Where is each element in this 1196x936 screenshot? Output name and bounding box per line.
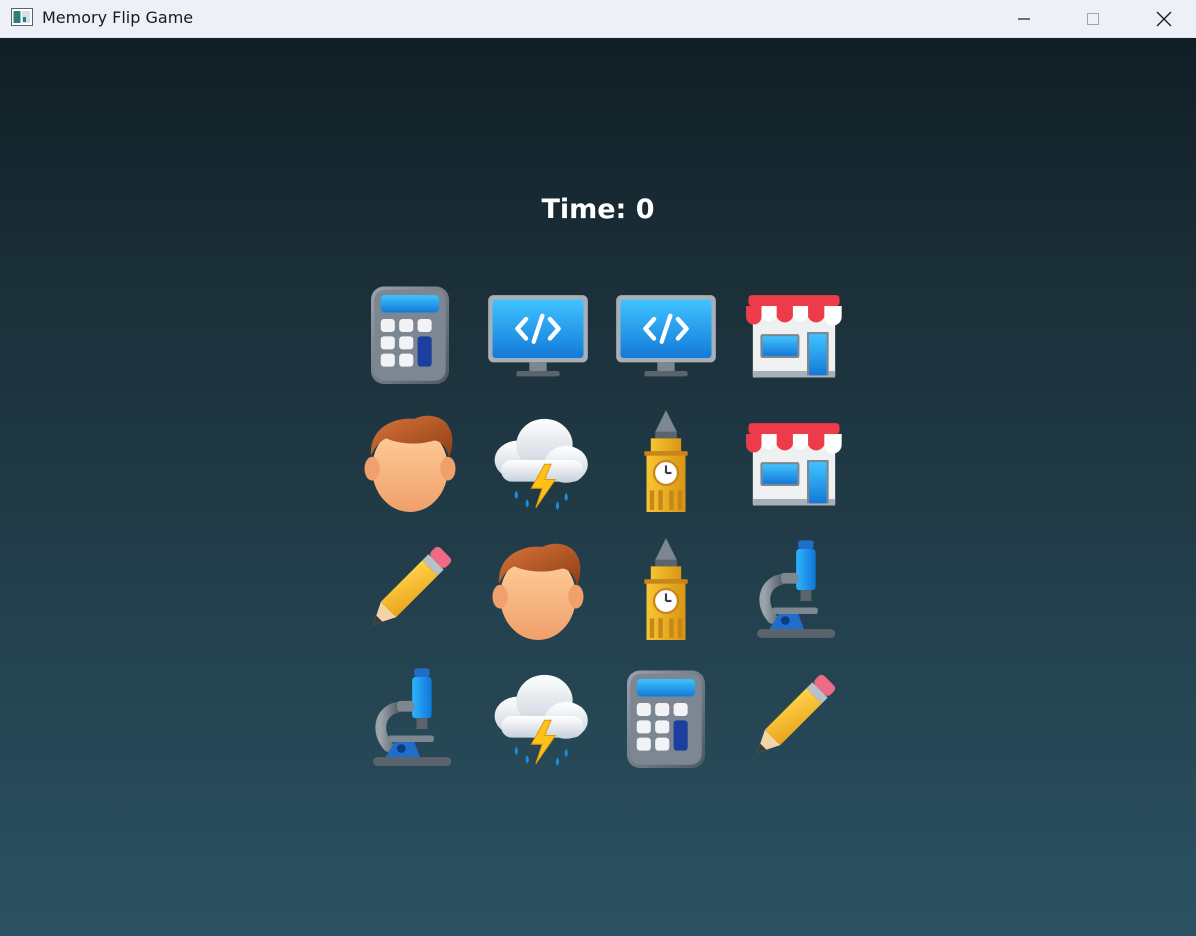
app-window: Memory Flip Game Time: 0 bbox=[0, 0, 1196, 936]
maximize-icon bbox=[1087, 13, 1099, 25]
pencil-icon bbox=[757, 674, 836, 753]
maximize-button[interactable] bbox=[1070, 0, 1116, 38]
close-icon bbox=[1156, 11, 1172, 27]
big-ben-icon bbox=[644, 538, 688, 640]
card-1-0[interactable] bbox=[352, 402, 468, 518]
microscope-icon bbox=[373, 668, 452, 766]
card-3-0[interactable] bbox=[352, 658, 468, 774]
timer-value: 0 bbox=[635, 194, 655, 225]
desktop-computer-icon bbox=[616, 295, 716, 377]
desktop-computer-icon bbox=[488, 295, 588, 377]
card-0-3[interactable] bbox=[736, 274, 852, 390]
card-3-3[interactable] bbox=[736, 658, 852, 774]
microscope-icon bbox=[757, 540, 836, 638]
card-1-1[interactable] bbox=[480, 402, 596, 518]
card-3-1[interactable] bbox=[480, 658, 596, 774]
card-0-1[interactable] bbox=[480, 274, 596, 390]
calculator-icon bbox=[627, 670, 705, 768]
window-title: Memory Flip Game bbox=[42, 8, 194, 27]
man-face-icon bbox=[492, 543, 584, 640]
calculator-icon bbox=[371, 286, 449, 384]
minimize-button[interactable] bbox=[1001, 0, 1047, 38]
card-1-2[interactable] bbox=[608, 402, 724, 518]
big-ben-icon bbox=[644, 410, 688, 512]
store-icon bbox=[746, 423, 842, 506]
card-2-3[interactable] bbox=[736, 530, 852, 646]
thunder-cloud-icon bbox=[494, 674, 588, 766]
title-bar[interactable]: Memory Flip Game bbox=[0, 0, 1196, 38]
store-icon bbox=[746, 295, 842, 378]
close-button[interactable] bbox=[1141, 0, 1187, 38]
card-0-0[interactable] bbox=[352, 274, 468, 390]
card-3-2[interactable] bbox=[608, 658, 724, 774]
card-2-1[interactable] bbox=[480, 530, 596, 646]
pencil-icon bbox=[373, 546, 452, 625]
card-2-0[interactable] bbox=[352, 530, 468, 646]
timer-display: Time: 0 bbox=[0, 192, 1196, 228]
minimize-icon bbox=[1018, 18, 1030, 20]
card-0-2[interactable] bbox=[608, 274, 724, 390]
man-face-icon bbox=[364, 415, 456, 512]
card-2-2[interactable] bbox=[608, 530, 724, 646]
app-icon bbox=[11, 8, 33, 26]
timer-label: Time: bbox=[541, 194, 627, 225]
game-area: Time: 0 bbox=[0, 38, 1196, 936]
thunder-cloud-icon bbox=[494, 418, 588, 510]
card-1-3[interactable] bbox=[736, 402, 852, 518]
